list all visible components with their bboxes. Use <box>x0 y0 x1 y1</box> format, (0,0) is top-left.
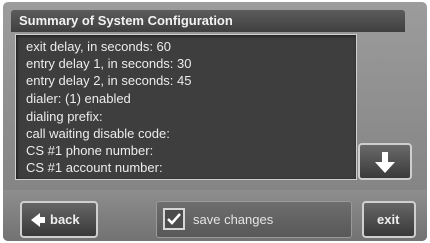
page-title: Summary of System Configuration <box>19 13 233 28</box>
title-bar: Summary of System Configuration <box>11 10 405 32</box>
save-changes-label: save changes <box>193 212 274 227</box>
checkmark-icon <box>167 213 181 225</box>
arrow-left-icon <box>31 213 45 227</box>
exit-button-label: exit <box>377 212 400 227</box>
config-line: call waiting disable code: <box>26 126 170 141</box>
scroll-down-button[interactable] <box>358 143 412 180</box>
config-line: CS #1 phone number: <box>26 143 154 158</box>
config-line: entry delay 2, in seconds: 45 <box>26 73 192 88</box>
config-line: exit delay, in seconds: 60 <box>26 39 172 54</box>
config-line: dialing prefix: <box>26 109 103 124</box>
config-line: CS #1 account number: <box>26 160 163 175</box>
save-changes-checkbox[interactable] <box>163 208 185 230</box>
config-line: entry delay 1, in seconds: 30 <box>26 56 192 71</box>
config-line: dialer: (1) enabled <box>26 91 131 106</box>
back-button-label: back <box>50 212 80 227</box>
back-button[interactable]: back <box>20 201 98 238</box>
exit-button[interactable]: exit <box>362 201 416 238</box>
config-summary-list: exit delay, in seconds: 60 entry delay 1… <box>15 34 357 180</box>
save-changes-option[interactable]: save changes <box>156 201 352 238</box>
arrow-down-icon <box>375 152 395 173</box>
